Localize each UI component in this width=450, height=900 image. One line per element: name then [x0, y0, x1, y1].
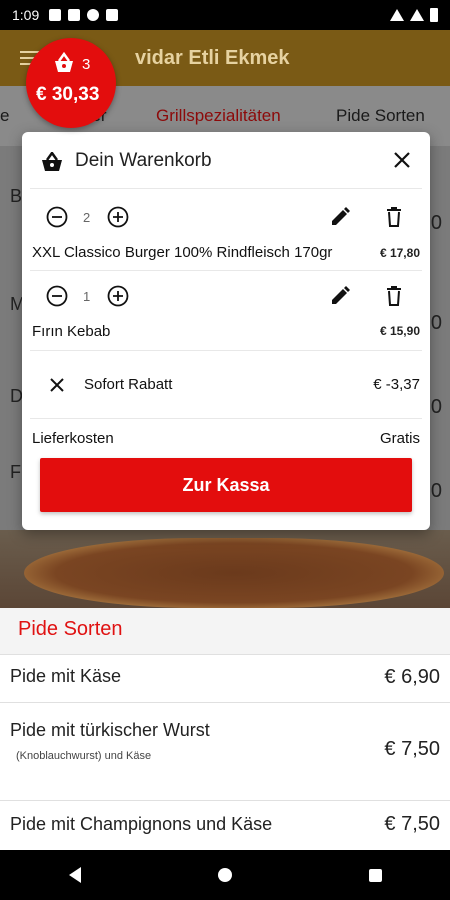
list-item-price: 0: [430, 480, 442, 502]
status-time: 1:09: [12, 7, 40, 23]
pide-banner-image: [0, 530, 450, 608]
cart-dialog-title: Dein Warenkorb: [75, 150, 212, 171]
item-quantity: 2: [83, 210, 91, 225]
home-icon[interactable]: [217, 868, 232, 882]
notification-icon: [68, 9, 81, 21]
cart-item-controls: 2: [22, 202, 430, 232]
menu-item-price: € 7,50: [384, 813, 440, 835]
delete-icon[interactable]: [382, 284, 406, 308]
back-icon[interactable]: [68, 867, 81, 883]
cart-badge-button[interactable]: 3 € 30,33: [26, 38, 116, 128]
basket-icon: [42, 152, 62, 171]
cart-dialog-header: Dein Warenkorb: [22, 132, 430, 188]
list-item-price: 0: [430, 312, 442, 334]
sd-card-icon: [106, 9, 119, 21]
cart-item-name: Fırın Kebab: [32, 323, 111, 340]
checkout-button[interactable]: Zur Kassa: [40, 458, 412, 512]
menu-item-name[interactable]: Pide mit Käse: [10, 666, 121, 687]
list-item-price: 0: [430, 212, 442, 234]
menu-section: Pide Sorten Pide mit Käse € 6,90 Pide mi…: [0, 608, 450, 850]
edit-icon[interactable]: [328, 284, 352, 308]
list-item-label: F: [10, 462, 21, 482]
recent-apps-icon[interactable]: [368, 868, 382, 882]
tab-grillspezialitaeten[interactable]: Grillspezialitäten: [156, 106, 281, 126]
menu-item-price: € 6,90: [384, 666, 440, 688]
cart-item-controls: 1: [22, 281, 430, 311]
app-title: vidar Etli Ekmek: [135, 46, 290, 69]
divider: [0, 702, 450, 703]
wifi-icon: [390, 9, 404, 21]
menu-item-name[interactable]: Pide mit türkischer Wurst: [10, 720, 210, 741]
cart-item-price: € 15,90: [379, 324, 420, 338]
cart-item-price: € 17,80: [379, 246, 420, 260]
menu-item-name[interactable]: Pide mit Champignons und Käse: [10, 814, 272, 835]
cart-item-count: 3: [82, 56, 91, 73]
increase-quantity-button[interactable]: [107, 206, 129, 228]
item-quantity: 1: [83, 289, 91, 304]
list-item-label: B: [10, 186, 23, 206]
divider: [0, 800, 450, 801]
list-item-price: 0: [430, 396, 442, 418]
menu-item-description: (Knoblauchwurst) und Käse: [16, 750, 152, 762]
pide-image: [24, 538, 444, 608]
increase-quantity-button[interactable]: [107, 285, 129, 307]
discount-label: Sofort Rabatt: [84, 376, 173, 393]
divider: [30, 188, 422, 189]
tab-partial-left[interactable]: e: [0, 106, 9, 126]
divider: [30, 270, 422, 271]
divider: [30, 418, 422, 419]
battery-icon: [430, 8, 438, 22]
cart-total: € 30,33: [36, 84, 100, 105]
notification-icons: [49, 9, 119, 21]
menu-item-price: € 7,50: [384, 738, 440, 760]
cart-dialog: Dein Warenkorb 2 XXL Classico Burger 100…: [22, 132, 430, 530]
tab-pide-sorten[interactable]: Pide Sorten: [336, 106, 425, 126]
close-icon[interactable]: [390, 148, 414, 172]
edit-icon[interactable]: [328, 205, 352, 229]
discount-value: € -3,37: [373, 376, 420, 393]
status-bar: 1:09: [0, 0, 450, 30]
delivery-cost-value: Gratis: [379, 430, 420, 447]
divider: [30, 350, 422, 351]
decrease-quantity-button[interactable]: [46, 285, 68, 307]
system-navigation-bar: [0, 850, 450, 900]
delete-icon[interactable]: [382, 205, 406, 229]
cart-item-name: XXL Classico Burger 100% Rindfleisch 170…: [32, 244, 333, 261]
divider: [0, 654, 450, 655]
section-title: Pide Sorten: [18, 618, 123, 640]
decrease-quantity-button[interactable]: [46, 206, 68, 228]
notification-icon: [87, 9, 100, 21]
signal-icon: [410, 9, 424, 21]
delivery-cost-label: Lieferkosten: [32, 430, 114, 447]
notification-icon: [49, 9, 62, 21]
remove-discount-icon[interactable]: [48, 376, 66, 394]
basket-icon: [55, 52, 73, 72]
